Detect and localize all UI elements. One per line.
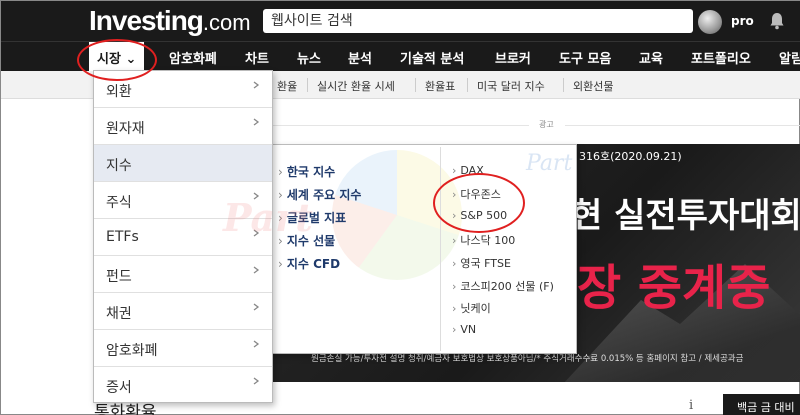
info-icon[interactable]: i: [689, 398, 693, 413]
nav-item-education[interactable]: 교육: [639, 48, 663, 67]
ad-label: 광고: [539, 120, 554, 129]
chevron-right-icon: [253, 377, 260, 385]
submenu-item-kospi200-futures[interactable]: 코스피200 선물 (F): [452, 278, 554, 294]
logo-text: Investing: [89, 5, 204, 36]
nav-item-news[interactable]: 뉴스: [297, 48, 321, 67]
chevron-right-icon: [253, 118, 260, 126]
subnav-item-exchange-rate[interactable]: 환율: [277, 78, 297, 94]
divider: [565, 125, 800, 126]
subnav-item-dollar-index[interactable]: 미국 달러 지수: [477, 78, 545, 94]
nav-item-alerts[interactable]: 알림: [779, 48, 800, 67]
menu-item-label: 주식: [106, 195, 132, 211]
banner-title: 현 실전투자대회: [571, 196, 800, 236]
nav-item-portfolio[interactable]: 포트폴리오: [691, 48, 751, 67]
menu-item-indices[interactable]: 지수: [94, 145, 272, 182]
divider: [307, 78, 308, 92]
nav-item-crypto[interactable]: 암호화폐: [169, 48, 217, 67]
divider: [415, 78, 416, 92]
banner-disclaimer: 원금손실 가능/투자전 설명 청취/예금자 보호법상 보호상품아님/* 주식거래…: [311, 354, 744, 364]
menu-item-label: 증서: [106, 380, 132, 396]
submenu-item-vn[interactable]: VN: [452, 323, 476, 336]
chevron-right-icon: [253, 266, 260, 274]
menu-item-funds[interactable]: 펀드: [94, 256, 272, 293]
submenu-item-index-cfd[interactable]: 지수 CFD: [278, 255, 340, 272]
menu-item-label: 원자재: [106, 121, 145, 137]
divider: [440, 147, 441, 351]
menu-item-bonds[interactable]: 채권: [94, 293, 272, 330]
subnav-item-fx-futures[interactable]: 외환선물: [573, 78, 613, 94]
chevron-right-icon: [253, 81, 260, 89]
menu-item-label: 지수: [106, 158, 132, 174]
menu-item-label: ETFs: [106, 229, 139, 245]
menu-item-certificates[interactable]: 증서: [94, 367, 272, 404]
submenu-item-nasdaq100[interactable]: 나스닥 100: [452, 232, 515, 248]
divider: [563, 78, 564, 92]
nav-item-analysis[interactable]: 분석: [348, 48, 372, 67]
chevron-right-icon: [253, 340, 260, 348]
divider: [467, 78, 468, 92]
menu-item-label: 외환: [106, 84, 132, 100]
chevron-right-icon: [253, 303, 260, 311]
submenu-item-ftse[interactable]: 영국 FTSE: [452, 255, 511, 271]
nav-item-charts[interactable]: 차트: [245, 48, 269, 67]
menu-item-label: 암호화폐: [106, 343, 158, 359]
subnav-item-rate-table[interactable]: 환율표: [425, 78, 455, 94]
banner-headline: 장 중계중: [577, 260, 771, 316]
menu-item-crypto[interactable]: 암호화폐: [94, 330, 272, 367]
site-logo[interactable]: Investing.com: [89, 5, 251, 37]
nav-item-tools[interactable]: 도구 모음: [559, 48, 611, 67]
watermark-text: Part: [526, 151, 573, 176]
nav-item-brokers[interactable]: 브로커: [495, 48, 531, 67]
logo-suffix: .com: [202, 10, 251, 35]
top-bar: Investing.com pro: [1, 1, 800, 41]
watermark-text: Part: [223, 195, 313, 240]
subnav-item-live-rates[interactable]: 실시간 환율 시세: [317, 78, 395, 94]
side-tab-button[interactable]: 백금 금 대비: [723, 394, 800, 415]
submenu-item-korea-indices[interactable]: 한국 지수: [278, 163, 335, 180]
annotation-circle: [433, 173, 525, 233]
avatar[interactable]: [698, 10, 722, 34]
menu-item-label: 펀드: [106, 269, 132, 285]
username[interactable]: pro: [731, 14, 754, 28]
menu-item-label: 채권: [106, 306, 132, 322]
search-input[interactable]: [263, 9, 693, 33]
menu-item-commodities[interactable]: 원자재: [94, 108, 272, 145]
nav-item-technical[interactable]: 기술적 분석: [400, 48, 464, 67]
submenu-item-nikkei[interactable]: 닛케이: [452, 300, 490, 316]
banner-issue: 316호(2020.09.21): [579, 150, 682, 163]
annotation-circle: [77, 39, 157, 81]
search-box[interactable]: [263, 9, 693, 33]
bell-icon[interactable]: [769, 12, 785, 30]
